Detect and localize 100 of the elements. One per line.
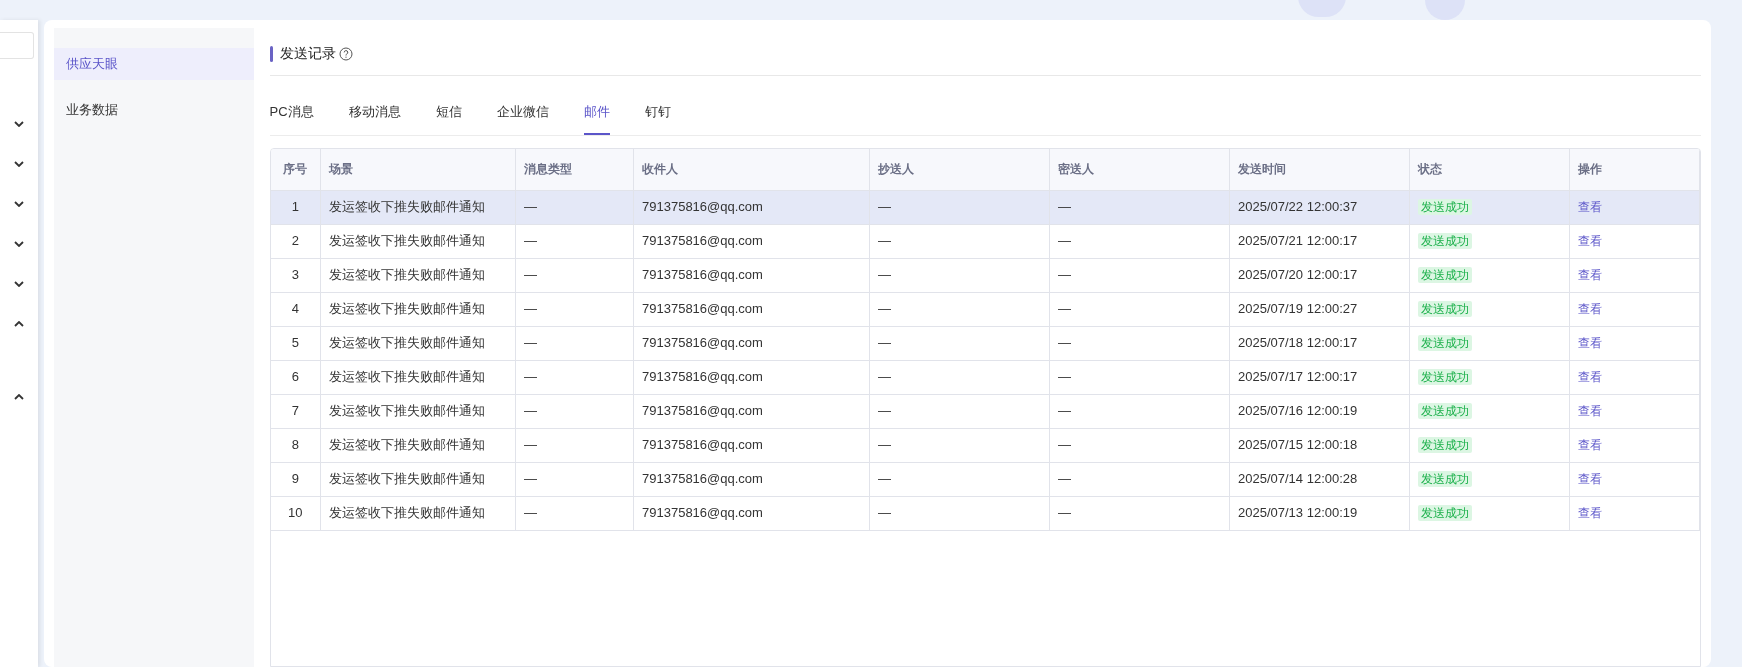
- table-row[interactable]: 3 发运签收下推失败邮件通知 — 791375816@qq.com — — 2025/07/20 12:00:17 发送成功 查看: [270, 258, 1700, 292]
- table-cell: —: [1058, 199, 1071, 215]
- table-cell: 2025/07/16 12:00:19: [1238, 403, 1358, 419]
- search-field[interactable]: [0, 32, 34, 59]
- status-badge: 发送成功: [1418, 267, 1472, 284]
- view-link[interactable]: 查看: [1578, 404, 1602, 419]
- table-cell: 791375816@qq.com: [642, 437, 763, 453]
- table-cell: —: [524, 233, 537, 249]
- table-cell: 791375816@qq.com: [642, 233, 763, 249]
- chevron-down-icon[interactable]: [14, 241, 24, 247]
- chevron-down-icon[interactable]: [14, 281, 24, 287]
- table-cell: 1: [291, 199, 299, 215]
- tab[interactable]: 短信: [435, 101, 462, 135]
- table-cell: —: [524, 437, 537, 453]
- table-cell: 2025/07/19 12:00:27: [1238, 301, 1358, 317]
- table-row[interactable]: 8 发运签收下推失败邮件通知 — 791375816@qq.com — — 2025/07/15 12:00:18 发送成功 查看: [270, 428, 1700, 462]
- section-title: 发送记录: [279, 44, 336, 63]
- table-cell: —: [524, 335, 537, 351]
- table-cell: —: [1058, 403, 1071, 419]
- view-link[interactable]: 查看: [1578, 268, 1602, 283]
- table-cell: —: [524, 505, 537, 521]
- title-accent-bar: [269, 45, 273, 62]
- table-cell: 2025/07/15 12:00:18: [1238, 437, 1358, 453]
- help-icon[interactable]: [338, 46, 353, 61]
- table-cell: —: [524, 403, 537, 419]
- tab[interactable]: 企业微信: [496, 101, 549, 135]
- table-cell: —: [878, 369, 891, 385]
- chevron-up-icon[interactable]: [14, 394, 24, 400]
- tab[interactable]: 邮件: [583, 101, 610, 135]
- table-cell: —: [1058, 335, 1071, 351]
- table-cell: 7: [291, 403, 299, 419]
- table-cell: —: [1058, 369, 1071, 385]
- table-cell: 2025/07/22 12:00:37: [1238, 199, 1358, 215]
- table-row[interactable]: 6 发运签收下推失败邮件通知 — 791375816@qq.com — — 2025/07/17 12:00:17 发送成功 查看: [270, 360, 1700, 394]
- chevron-down-icon[interactable]: [14, 161, 24, 167]
- table-cell: 2025/07/21 12:00:17: [1238, 233, 1358, 249]
- table-row[interactable]: 5 发运签收下推失败邮件通知 — 791375816@qq.com — — 2025/07/18 12:00:17 发送成功 查看: [270, 326, 1700, 360]
- table-cell: 2: [291, 233, 299, 249]
- table-cell: 791375816@qq.com: [642, 267, 763, 283]
- table-cell: 2025/07/14 12:00:28: [1238, 471, 1358, 487]
- table-cell: —: [878, 301, 891, 317]
- tab[interactable]: 移动消息: [348, 101, 401, 135]
- chevron-down-icon[interactable]: [14, 121, 24, 127]
- table-row[interactable]: 7 发运签收下推失败邮件通知 — 791375816@qq.com — — 2025/07/16 12:00:19 发送成功 查看: [270, 394, 1700, 428]
- table-cell: 6: [291, 369, 299, 385]
- status-badge: 发送成功: [1418, 403, 1472, 420]
- sub-nav-item[interactable]: 供应天眼: [54, 48, 254, 80]
- table-cell: 9: [291, 471, 299, 487]
- table-cell: 发运签收下推失败邮件通知: [329, 369, 485, 385]
- table-cell: 791375816@qq.com: [642, 369, 763, 385]
- table-cell: —: [878, 471, 891, 487]
- table-cell: 2025/07/13 12:00:19: [1238, 505, 1358, 521]
- column-header: 消息类型: [515, 149, 634, 190]
- status-badge: 发送成功: [1418, 199, 1472, 216]
- table-cell: 发运签收下推失败邮件通知: [329, 301, 485, 317]
- column-header: 发送时间: [1229, 149, 1410, 190]
- status-badge: 发送成功: [1418, 301, 1472, 318]
- column-header: 状态: [1409, 149, 1570, 190]
- table-row[interactable]: 9 发运签收下推失败邮件通知 — 791375816@qq.com — — 2025/07/14 12:00:28 发送成功 查看: [270, 462, 1700, 496]
- table-row[interactable]: 2 发运签收下推失败邮件通知 — 791375816@qq.com — — 2025/07/21 12:00:17 发送成功 查看: [270, 224, 1700, 258]
- table-cell: —: [878, 505, 891, 521]
- view-link[interactable]: 查看: [1578, 234, 1602, 249]
- table-cell: 791375816@qq.com: [642, 403, 763, 419]
- column-header: 收件人: [633, 149, 870, 190]
- column-header: 场景: [320, 149, 516, 190]
- view-link[interactable]: 查看: [1578, 506, 1602, 521]
- table-row[interactable]: 4 发运签收下推失败邮件通知 — 791375816@qq.com — — 2025/07/19 12:00:27 发送成功 查看: [270, 292, 1700, 326]
- table-cell: 5: [291, 335, 299, 351]
- table-cell: —: [878, 335, 891, 351]
- status-badge: 发送成功: [1418, 335, 1472, 352]
- table-cell: —: [878, 403, 891, 419]
- table-cell: —: [524, 301, 537, 317]
- view-link[interactable]: 查看: [1578, 302, 1602, 317]
- sub-nav-item[interactable]: 业务数据: [54, 94, 254, 126]
- table-cell: 791375816@qq.com: [642, 199, 763, 215]
- view-link[interactable]: 查看: [1578, 472, 1602, 487]
- view-link[interactable]: 查看: [1578, 370, 1602, 385]
- table-cell: —: [524, 369, 537, 385]
- table-cell: —: [524, 471, 537, 487]
- table-row[interactable]: 10 发运签收下推失败邮件通知 — 791375816@qq.com — — 2025/07/13 12:00:19 发送成功 查看: [270, 496, 1700, 530]
- chevron-down-icon[interactable]: [14, 201, 24, 207]
- tab[interactable]: 钉钉: [644, 101, 671, 135]
- table-row[interactable]: 1 发运签收下推失败邮件通知 — 791375816@qq.com — — 2025/07/22 12:00:37 发送成功 查看: [270, 190, 1700, 224]
- table-cell: —: [1058, 267, 1071, 283]
- table-cell: —: [524, 267, 537, 283]
- table-cell: 发运签收下推失败邮件通知: [329, 437, 485, 453]
- table-cell: 10: [288, 505, 303, 521]
- tab[interactable]: PC消息: [269, 101, 314, 135]
- table-cell: 2025/07/17 12:00:17: [1238, 369, 1358, 385]
- view-link[interactable]: 查看: [1578, 438, 1602, 453]
- table-cell: —: [878, 199, 891, 215]
- view-link[interactable]: 查看: [1578, 200, 1602, 215]
- chevron-up-icon[interactable]: [14, 321, 24, 327]
- column-header: 操作: [1569, 149, 1700, 190]
- table-cell: 791375816@qq.com: [642, 471, 763, 487]
- table-cell: —: [878, 437, 891, 453]
- view-link[interactable]: 查看: [1578, 336, 1602, 351]
- status-badge: 发送成功: [1418, 471, 1472, 488]
- table-cell: 791375816@qq.com: [642, 505, 763, 521]
- table-cell: —: [524, 199, 537, 215]
